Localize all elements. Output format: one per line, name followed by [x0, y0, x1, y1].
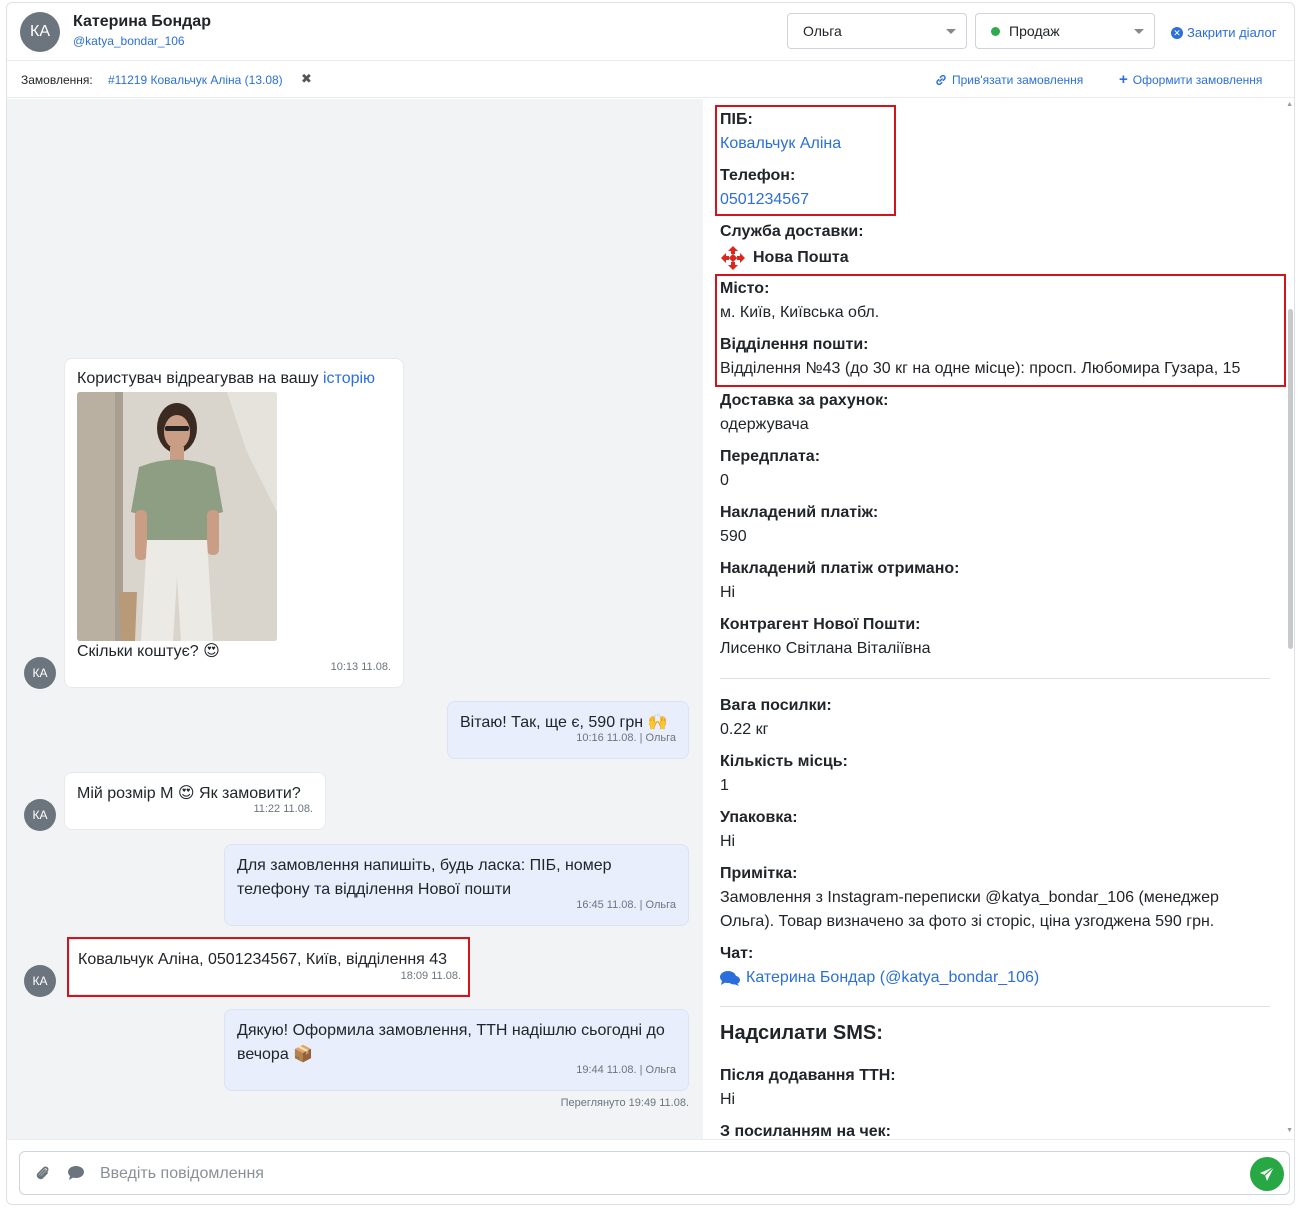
- link-order-label: Прив'язати замовлення: [952, 73, 1084, 87]
- user-handle-link[interactable]: @katya_bondar_106: [73, 34, 185, 48]
- places-value: 1: [720, 777, 729, 794]
- order-link[interactable]: #11219 Ковальчук Аліна (13.08): [108, 73, 283, 87]
- chat-header: КА Катерина Бондар @katya_bondar_106 Оль…: [7, 3, 1294, 61]
- message-input[interactable]: [100, 1162, 1220, 1186]
- status-select-value: Продаж: [1009, 23, 1060, 39]
- templates-chat-icon[interactable]: [67, 1165, 85, 1186]
- delivery-label: Служба доставки:: [720, 223, 864, 240]
- story-link[interactable]: історію: [323, 370, 375, 387]
- create-order-button[interactable]: + Оформити замовлення: [1119, 71, 1263, 88]
- chat-bubbles-icon: [720, 970, 740, 992]
- avatar: КА: [24, 965, 56, 997]
- note-value-line1: Замовлення з Instagram-переписки @katya_…: [720, 889, 1219, 906]
- message-outgoing: Дякую! Оформила замовлення, ТТН надішлю …: [224, 1009, 689, 1091]
- highlight-box: [715, 274, 1286, 387]
- send-icon: [1260, 1166, 1275, 1181]
- message-list[interactable]: Користувач відреагував на вашу історію С…: [7, 99, 703, 1139]
- cod-label: Накладений платіж:: [720, 504, 879, 521]
- cod-value: 590: [720, 528, 747, 545]
- manager-select[interactable]: Ольга: [787, 13, 967, 49]
- link-order-button[interactable]: Прив'язати замовлення: [935, 73, 1083, 87]
- message-incoming: Користувач відреагував на вашу історію С…: [64, 358, 404, 688]
- prepay-label: Передплата:: [720, 448, 821, 465]
- sms-section-title: Надсилати SMS:: [720, 1022, 883, 1044]
- user-name: Катерина Бондар: [73, 13, 211, 30]
- order-details-panel[interactable]: ПІБ: Ковальчук Аліна Телефон: 0501234567…: [704, 99, 1294, 1139]
- message-text: Скільки коштує? 😍: [77, 643, 220, 660]
- note-value-line2: Ольга). Товар визначено за фото зі сторі…: [720, 913, 1215, 930]
- payer-value: одержувача: [720, 416, 809, 433]
- divider: [720, 678, 1270, 679]
- receipt-label: З посиланням на чек:: [720, 1123, 891, 1139]
- chevron-down-icon: [946, 29, 956, 34]
- scrollbar-thumb[interactable]: [1288, 309, 1293, 649]
- prepay-value: 0: [720, 472, 729, 489]
- chat-window: КА Катерина Бондар @katya_bondar_106 Оль…: [6, 2, 1295, 1205]
- counterparty-value: Лисенко Світлана Віталіївна: [720, 640, 931, 657]
- packing-value: Ні: [720, 833, 736, 850]
- story-image[interactable]: [77, 392, 277, 641]
- cod-received-value: Ні: [720, 584, 736, 601]
- avatar: КА: [20, 12, 60, 52]
- create-order-label: Оформити замовлення: [1132, 73, 1263, 87]
- nova-poshta-icon: [720, 245, 746, 276]
- message-input-box: [19, 1151, 1290, 1195]
- counterparty-label: Контрагент Нової Пошти:: [720, 616, 921, 633]
- avatar: КА: [24, 799, 56, 831]
- link-icon: [936, 74, 946, 86]
- scroll-down-arrow-icon[interactable]: ▼: [1286, 1127, 1293, 1134]
- highlight-box: [67, 937, 470, 997]
- message-timestamp: 10:13 11.08.: [330, 661, 391, 673]
- cod-received-label: Накладений платіж отримано:: [720, 560, 960, 577]
- message-timestamp: 19:44 11.08. | Ольга: [576, 1064, 676, 1076]
- chat-link[interactable]: Катерина Бондар (@katya_bondar_106): [746, 969, 1039, 987]
- story-reaction-text: Користувач відреагував на вашу історію: [77, 367, 375, 391]
- after-ttn-value: Ні: [720, 1091, 736, 1108]
- message-outgoing: Вітаю! Так, ще є, 590 грн 🙌 10:16 11.08.…: [447, 701, 689, 759]
- highlight-box: [715, 105, 896, 216]
- close-circle-icon: ✕: [1171, 26, 1183, 39]
- after-ttn-label: Після додавання ТТН:: [720, 1067, 896, 1084]
- message-timestamp: 16:45 11.08. | Ольга: [576, 899, 676, 911]
- plus-icon: +: [1119, 71, 1128, 88]
- places-label: Кількість місць:: [720, 753, 848, 770]
- divider: [720, 1006, 1270, 1007]
- message-outgoing: Для замовлення напишіть, будь ласка: ПІБ…: [224, 844, 689, 926]
- paperclip-icon[interactable]: [35, 1165, 51, 1188]
- message-composer: [7, 1139, 1294, 1204]
- delivery-value: Нова Пошта: [753, 249, 849, 266]
- weight-value: 0.22 кг: [720, 721, 769, 738]
- payer-label: Доставка за рахунок:: [720, 392, 889, 409]
- manager-select-value: Ольга: [803, 23, 842, 39]
- message-text: Користувач відреагував на вашу: [77, 370, 323, 387]
- status-select[interactable]: Продаж: [975, 13, 1155, 49]
- note-label: Примітка:: [720, 865, 798, 882]
- close-dialog-label: Закрити діалог: [1187, 25, 1277, 40]
- remove-order-icon[interactable]: ✖: [301, 71, 312, 87]
- weight-label: Вага посилки:: [720, 697, 832, 714]
- packing-label: Упаковка:: [720, 809, 798, 826]
- close-dialog-button[interactable]: ✕ Закрити діалог: [1171, 25, 1277, 40]
- scroll-up-arrow-icon[interactable]: ▲: [1286, 101, 1293, 108]
- avatar: КА: [24, 657, 56, 689]
- order-label: Замовлення:: [21, 73, 93, 87]
- message-timestamp: 11:22 11.08.: [253, 803, 313, 815]
- chevron-down-icon: [1134, 29, 1144, 34]
- chat-label: Чат:: [720, 945, 754, 962]
- story-photo-illustration: [77, 392, 277, 641]
- send-button[interactable]: [1250, 1157, 1284, 1191]
- message-timestamp: 10:16 11.08. | Ольга: [576, 732, 676, 744]
- status-dot-icon: [991, 26, 1000, 36]
- message-incoming: Мій розмір М 😍 Як замовити? 11:22 11.08.: [64, 772, 326, 830]
- viewed-status: Переглянуто 19:49 11.08.: [560, 1097, 689, 1109]
- order-bar: Замовлення: #11219 Ковальчук Аліна (13.0…: [7, 61, 1294, 98]
